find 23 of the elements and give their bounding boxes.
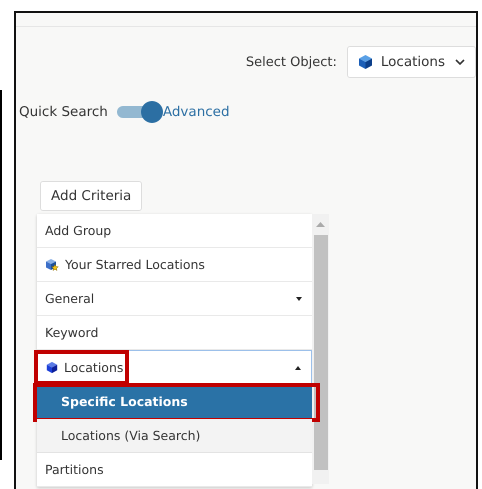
quick-search-label: Quick Search <box>19 104 108 120</box>
menu-item-label: General <box>45 291 94 306</box>
caret-up-icon <box>295 366 301 370</box>
cube-icon <box>46 361 58 374</box>
caret-down-icon <box>296 296 302 300</box>
menu-item[interactable]: Partitions <box>37 453 312 487</box>
menu-item-label: Partitions <box>45 462 104 477</box>
menu-item-label: Add Group <box>45 223 112 238</box>
scrollbar[interactable] <box>312 214 329 484</box>
add-criteria-button[interactable]: Add Criteria <box>40 181 142 211</box>
select-object-label: Select Object: <box>246 54 337 70</box>
search-mode-toggle[interactable] <box>116 103 163 121</box>
object-dropdown[interactable]: Locations <box>346 46 476 78</box>
cube-icon <box>358 54 373 70</box>
menu-item[interactable]: Your Starred Locations <box>37 248 312 282</box>
starred-cube-icon <box>45 258 59 272</box>
scroll-up-icon <box>316 222 325 227</box>
menu-item-label: Keyword <box>45 325 98 340</box>
menu-item-label: Your Starred Locations <box>65 257 205 272</box>
chevron-down-icon <box>455 59 465 65</box>
submenu-item[interactable]: Locations (Via Search) <box>37 419 312 453</box>
advanced-label: Advanced <box>162 104 230 120</box>
menu-item-label: Locations <box>64 360 124 375</box>
